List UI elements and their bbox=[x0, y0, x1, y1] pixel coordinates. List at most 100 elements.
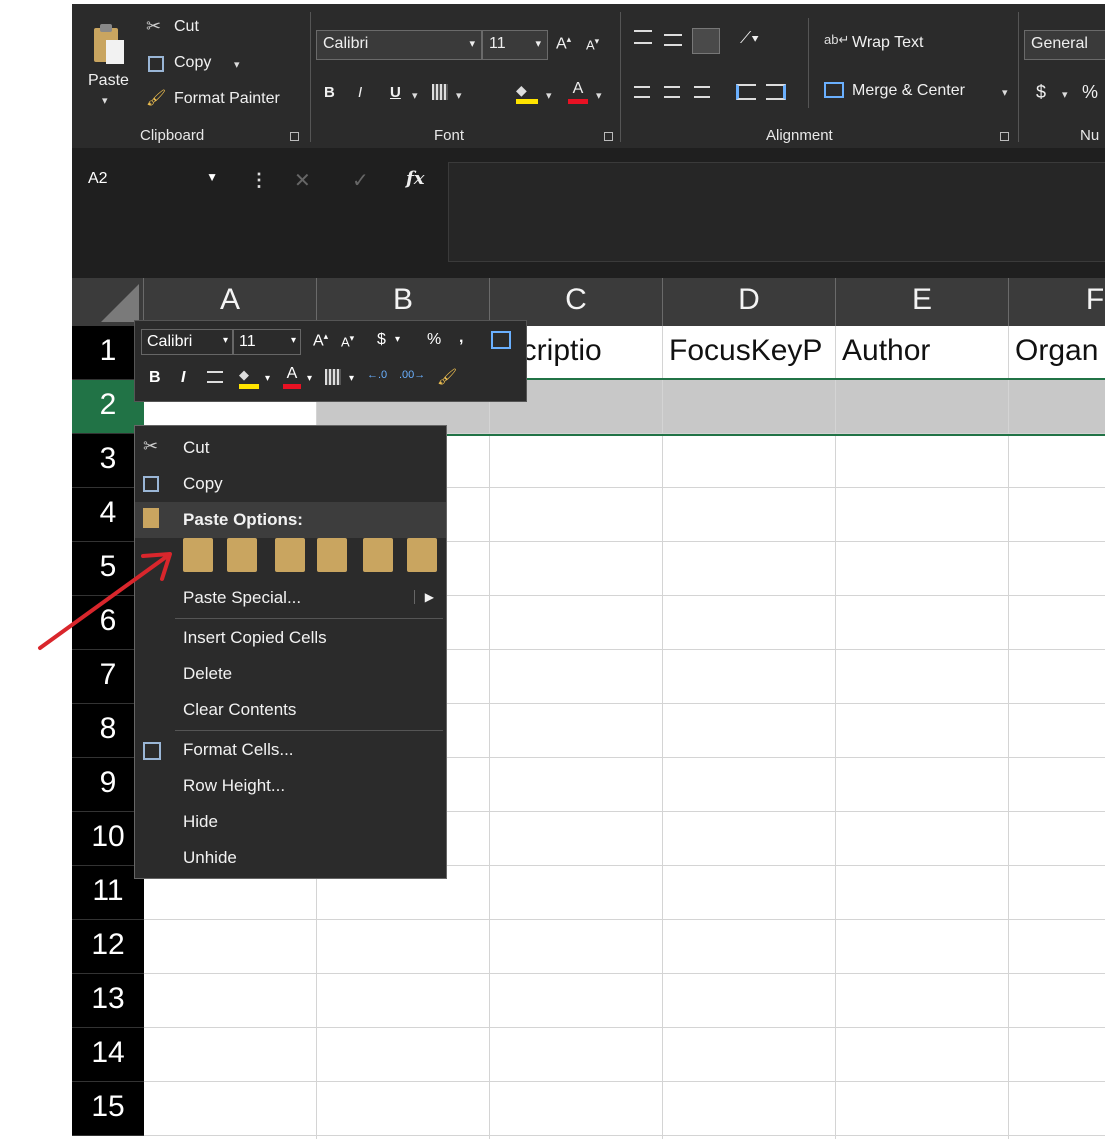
chevron-down-icon[interactable]: ▾ bbox=[395, 334, 400, 345]
cell-d1[interactable]: FocusKeyP bbox=[663, 326, 836, 380]
fill-color-dropdown-icon[interactable]: ▾ bbox=[546, 89, 552, 102]
mini-comma-button[interactable]: , bbox=[459, 329, 463, 347]
column-header-b[interactable]: B bbox=[317, 278, 490, 326]
italic-button[interactable]: I bbox=[358, 84, 362, 101]
align-bottom-icon[interactable] bbox=[692, 28, 720, 54]
cell-e1[interactable]: Author bbox=[836, 326, 1009, 380]
font-name-box[interactable]: Calibri ▾ bbox=[316, 30, 482, 60]
chevron-down-icon[interactable]: ▾ bbox=[307, 373, 312, 384]
cancel-icon[interactable]: ✕ bbox=[294, 168, 311, 193]
menu-item-paste-special[interactable]: Paste Special... ▶ bbox=[135, 580, 446, 616]
format-painter-button[interactable]: 🖌 Format Painter bbox=[146, 88, 306, 112]
row-header-13[interactable]: 13 bbox=[72, 974, 144, 1028]
select-all-button[interactable] bbox=[72, 278, 144, 326]
mini-font-size-box[interactable]: 11 ▾ bbox=[233, 329, 301, 355]
wrap-text-button[interactable]: ab↵ Wrap Text bbox=[824, 32, 944, 56]
name-box[interactable]: A2 ▼ bbox=[78, 162, 230, 196]
decrease-decimal-icon[interactable]: .00→ bbox=[399, 369, 425, 381]
menu-item-copy[interactable]: Copy bbox=[135, 466, 446, 502]
row-header-15[interactable]: 15 bbox=[72, 1082, 144, 1136]
align-center-icon[interactable] bbox=[664, 86, 680, 98]
paste-formulas-icon[interactable] bbox=[275, 538, 305, 572]
borders-icon[interactable] bbox=[325, 369, 341, 385]
menu-item-cut[interactable]: ✂ Cut bbox=[135, 430, 446, 466]
column-header-e[interactable]: E bbox=[836, 278, 1009, 326]
merge-center-button[interactable]: Merge & Center ▾ bbox=[824, 80, 1014, 104]
decrease-font-icon[interactable]: A▾ bbox=[586, 36, 599, 52]
column-header-a[interactable]: A bbox=[144, 278, 317, 326]
decrease-indent-icon[interactable] bbox=[736, 84, 756, 100]
mini-bold-button[interactable]: B bbox=[149, 369, 161, 387]
menu-item-delete[interactable]: Delete bbox=[135, 656, 446, 692]
decrease-font-icon[interactable]: A▾ bbox=[341, 333, 354, 349]
separator bbox=[620, 12, 621, 142]
menu-item-hide[interactable]: Hide bbox=[135, 804, 446, 840]
mini-percent-button[interactable]: % bbox=[427, 331, 441, 349]
font-size-box[interactable]: 11 ▾ bbox=[482, 30, 548, 60]
align-right-icon[interactable] bbox=[694, 86, 710, 98]
borders-dropdown-icon[interactable]: ▾ bbox=[456, 89, 462, 102]
paste-formatting-icon[interactable] bbox=[363, 538, 393, 572]
number-format-value: General bbox=[1031, 35, 1088, 52]
increase-font-icon[interactable]: A▴ bbox=[313, 331, 328, 350]
separator bbox=[808, 18, 809, 108]
font-color-dropdown-icon[interactable]: ▾ bbox=[596, 89, 602, 102]
align-middle-icon[interactable] bbox=[664, 34, 682, 46]
formula-input[interactable] bbox=[448, 162, 1105, 262]
mini-font-name-box[interactable]: Calibri ▾ bbox=[141, 329, 233, 355]
more-options-icon[interactable]: ⋮ bbox=[250, 170, 268, 191]
row-header-12[interactable]: 12 bbox=[72, 920, 144, 974]
number-format-box[interactable]: General bbox=[1024, 30, 1105, 60]
merge-dropdown-icon[interactable]: ▾ bbox=[1002, 86, 1008, 99]
underline-dropdown-icon[interactable]: ▾ bbox=[412, 89, 418, 102]
increase-indent-icon[interactable] bbox=[766, 84, 786, 100]
paste-transpose-icon[interactable] bbox=[317, 538, 347, 572]
currency-button[interactable]: $ bbox=[1036, 82, 1046, 103]
format-table-icon[interactable] bbox=[491, 331, 511, 349]
cut-button[interactable]: ✂ Cut bbox=[146, 16, 226, 40]
font-color-icon[interactable]: A bbox=[283, 365, 301, 389]
bold-button[interactable]: B bbox=[324, 84, 335, 101]
align-top-icon[interactable] bbox=[634, 30, 652, 44]
increase-font-icon[interactable]: A▴ bbox=[556, 34, 571, 53]
mini-italic-button[interactable]: I bbox=[181, 369, 185, 387]
font-color-icon[interactable]: A bbox=[568, 80, 588, 104]
paste-button[interactable]: Paste ▾ bbox=[80, 14, 136, 114]
column-header-c[interactable]: C bbox=[490, 278, 663, 326]
align-center-icon[interactable] bbox=[207, 371, 223, 383]
orientation-icon[interactable]: ⟋▾ bbox=[740, 30, 759, 48]
clipboard-launcher-icon[interactable] bbox=[290, 132, 299, 141]
format-painter-icon[interactable]: 🖌 bbox=[437, 367, 457, 387]
increase-decimal-icon[interactable]: ←.0 bbox=[367, 369, 387, 381]
underline-button[interactable]: U bbox=[390, 84, 401, 101]
paste-link-icon[interactable] bbox=[407, 538, 437, 572]
menu-item-format-cells[interactable]: Format Cells... bbox=[135, 732, 446, 768]
column-header-f[interactable]: F bbox=[1009, 278, 1105, 326]
menu-item-insert-copied[interactable]: Insert Copied Cells bbox=[135, 620, 446, 656]
chevron-down-icon[interactable]: ▾ bbox=[265, 373, 270, 384]
borders-icon[interactable] bbox=[432, 84, 448, 100]
chevron-down-icon[interactable]: ▼ bbox=[206, 170, 218, 184]
paste-values-icon[interactable] bbox=[227, 538, 257, 572]
align-left-icon[interactable] bbox=[634, 86, 650, 98]
paste-dropdown-icon[interactable]: ▾ bbox=[102, 94, 108, 107]
menu-item-unhide[interactable]: Unhide bbox=[135, 840, 446, 876]
copy-button[interactable]: Copy ▾ bbox=[146, 52, 256, 76]
paste-icon[interactable] bbox=[183, 538, 213, 572]
enter-icon[interactable]: ✓ bbox=[352, 168, 369, 193]
mini-currency-button[interactable]: $ bbox=[377, 331, 386, 349]
copy-dropdown-icon[interactable]: ▾ bbox=[234, 58, 240, 71]
cell-f1[interactable]: Organ bbox=[1009, 326, 1105, 380]
font-launcher-icon[interactable] bbox=[604, 132, 613, 141]
column-header-d[interactable]: D bbox=[663, 278, 836, 326]
fill-color-icon[interactable]: ◆ bbox=[239, 367, 259, 389]
alignment-launcher-icon[interactable] bbox=[1000, 132, 1009, 141]
menu-item-row-height[interactable]: Row Height... bbox=[135, 768, 446, 804]
menu-item-clear-contents[interactable]: Clear Contents bbox=[135, 692, 446, 728]
currency-dropdown-icon[interactable]: ▾ bbox=[1062, 88, 1068, 101]
insert-function-icon[interactable]: fx bbox=[406, 168, 424, 189]
row-header-14[interactable]: 14 bbox=[72, 1028, 144, 1082]
percent-button[interactable]: % bbox=[1082, 82, 1098, 103]
fill-color-icon[interactable]: ◆ bbox=[516, 82, 538, 104]
chevron-down-icon[interactable]: ▾ bbox=[349, 373, 354, 384]
